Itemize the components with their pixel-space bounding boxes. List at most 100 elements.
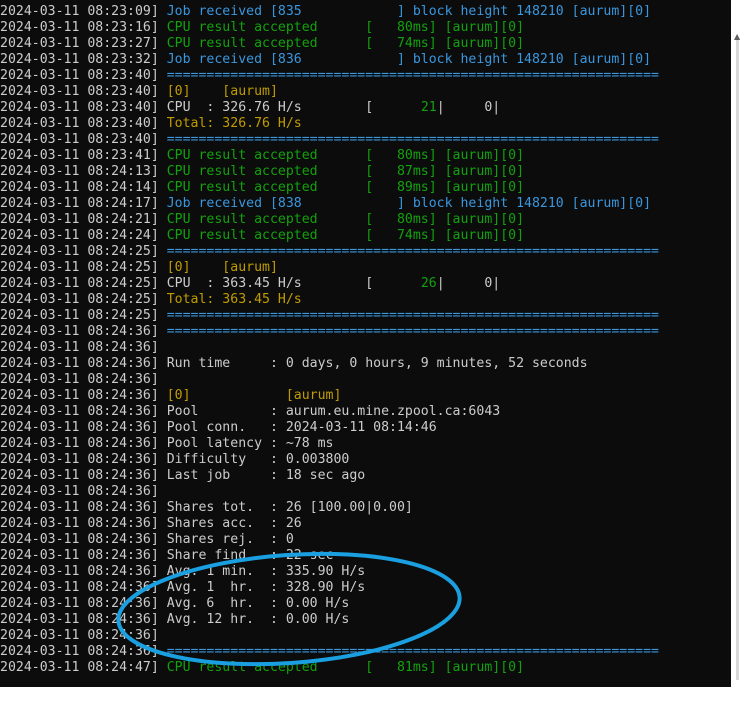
log-line: 2024-03-11 08:23:40] CPU : 326.76 H/s [ … [0, 100, 659, 116]
log-message: Pool : aurum.eu.mine.zpool.ca:6043 [166, 404, 501, 419]
log-line: 2024-03-11 08:24:36] Avg. 12 hr. : 0.00 … [0, 612, 659, 628]
log-timestamp: 2024-03-11 08:24:36] [0, 452, 167, 467]
log-message: Avg. 1 min. : 335.90 H/s [166, 564, 366, 579]
log-timestamp: 2024-03-11 08:24:36] [0, 340, 159, 355]
scrollbar-thumb[interactable] [736, 40, 739, 680]
log-message: ========================================… [166, 244, 659, 259]
bottom-margin [0, 687, 731, 703]
log-timestamp: 2024-03-11 08:24:25] [0, 244, 167, 259]
log-line: 2024-03-11 08:24:14] CPU result accepted… [0, 180, 659, 196]
log-line: 2024-03-11 08:23:32] Job received [836 ]… [0, 52, 659, 68]
log-timestamp: 2024-03-11 08:24:36] [0, 628, 159, 643]
log-message: ========================================… [166, 68, 659, 83]
log-line: 2024-03-11 08:24:25] Total: 363.45 H/s [0, 292, 659, 308]
terminal-log: 2024-03-11 08:23:09] Job received [835 ]… [0, 4, 659, 676]
log-timestamp: 2024-03-11 08:24:36] [0, 372, 159, 387]
log-timestamp: 2024-03-11 08:23:40] [0, 132, 167, 147]
log-line: 2024-03-11 08:23:40] ===================… [0, 68, 659, 84]
log-line: 2024-03-11 08:24:24] CPU result accepted… [0, 228, 659, 244]
log-line: 2024-03-11 08:24:36] Difficulty : 0.0038… [0, 452, 659, 468]
log-timestamp: 2024-03-11 08:24:25] [0, 276, 167, 291]
log-message: [0] [aurum] [166, 388, 342, 403]
log-line: 2024-03-11 08:24:36] Shares acc. : 26 [0, 516, 659, 532]
log-message: ========================================… [166, 308, 659, 323]
log-timestamp: 2024-03-11 08:24:21] [0, 212, 167, 227]
log-message: Shares rej. : 0 [166, 532, 294, 547]
log-message: [0] [aurum] [166, 260, 278, 275]
log-timestamp: 2024-03-11 08:24:13] [0, 164, 167, 179]
log-timestamp: 2024-03-11 08:24:36] [0, 516, 167, 531]
log-line: 2024-03-11 08:24:25] ===================… [0, 244, 659, 260]
log-message: Shares acc. : 26 [166, 516, 302, 531]
log-timestamp: 2024-03-11 08:24:36] [0, 596, 167, 611]
log-line: 2024-03-11 08:24:25] CPU : 363.45 H/s [ … [0, 276, 659, 292]
log-message: Last job : 18 sec ago [166, 468, 366, 483]
log-timestamp: 2024-03-11 08:23:09] [0, 4, 167, 19]
log-timestamp: 2024-03-11 08:23:40] [0, 100, 167, 115]
log-line: 2024-03-11 08:24:17] Job received [838 ]… [0, 196, 659, 212]
log-line: 2024-03-11 08:24:36] Avg. 6 hr. : 0.00 H… [0, 596, 659, 612]
log-message: ========================================… [166, 324, 659, 339]
log-timestamp: 2024-03-11 08:24:36] [0, 644, 167, 659]
log-message: Total: 363.45 H/s [166, 292, 302, 307]
log-timestamp: 2024-03-11 08:24:36] [0, 468, 167, 483]
log-timestamp: 2024-03-11 08:24:36] [0, 564, 167, 579]
log-line: 2024-03-11 08:24:36] Last job : 18 sec a… [0, 468, 659, 484]
log-message: [0] [aurum] [166, 84, 278, 99]
log-line: 2024-03-11 08:24:36] ===================… [0, 644, 659, 660]
log-message: CPU result accepted [ 81ms] [aurum][0] [166, 660, 525, 675]
log-timestamp: 2024-03-11 08:24:36] [0, 404, 167, 419]
log-line: 2024-03-11 08:24:36] Run time : 0 days, … [0, 356, 659, 372]
log-line: 2024-03-11 08:24:21] CPU result accepted… [0, 212, 659, 228]
log-message: Share find : 22 sec [166, 548, 334, 563]
log-timestamp: 2024-03-11 08:24:36] [0, 324, 167, 339]
log-timestamp: 2024-03-11 08:24:36] [0, 484, 159, 499]
log-timestamp: 2024-03-11 08:24:36] [0, 388, 167, 403]
log-timestamp: 2024-03-11 08:24:25] [0, 308, 167, 323]
log-timestamp: 2024-03-11 08:23:40] [0, 84, 167, 99]
log-message: Pool conn. : 2024-03-11 08:14:46 [166, 420, 437, 435]
log-message: 26 [420, 276, 437, 291]
log-timestamp: 2024-03-11 08:24:36] [0, 580, 167, 595]
log-timestamp: 2024-03-11 08:23:16] [0, 20, 167, 35]
log-message: Run time : 0 days, 0 hours, 9 minutes, 5… [166, 356, 588, 371]
log-line: 2024-03-11 08:24:36] [0, 628, 659, 644]
log-line: 2024-03-11 08:24:36] Pool : aurum.eu.min… [0, 404, 659, 420]
log-line: 2024-03-11 08:24:36] Avg. 1 min. : 335.9… [0, 564, 659, 580]
log-line: 2024-03-11 08:23:40] Total: 326.76 H/s [0, 116, 659, 132]
log-timestamp: 2024-03-11 08:24:14] [0, 180, 167, 195]
log-message: CPU : 363.45 H/s [ [166, 276, 421, 291]
log-line: 2024-03-11 08:24:47] CPU result accepted… [0, 660, 659, 676]
log-timestamp: 2024-03-11 08:24:36] [0, 436, 167, 451]
log-message: Job received [838 ] block height 148210 … [166, 196, 652, 211]
log-line: 2024-03-11 08:24:36] Shares tot. : 26 [1… [0, 500, 659, 516]
log-timestamp: 2024-03-11 08:24:24] [0, 228, 167, 243]
log-message: CPU result accepted [ 80ms] [aurum][0] [166, 20, 525, 35]
log-timestamp: 2024-03-11 08:24:36] [0, 420, 167, 435]
log-timestamp: 2024-03-11 08:24:36] [0, 356, 167, 371]
log-message: CPU : 326.76 H/s [ [166, 100, 421, 115]
log-message: CPU result accepted [ 80ms] [aurum][0] [166, 148, 525, 163]
log-line: 2024-03-11 08:24:36] Pool latency : ~78 … [0, 436, 659, 452]
log-message: ========================================… [166, 644, 659, 659]
log-line: 2024-03-11 08:24:36] [0, 484, 659, 500]
log-message: Job received [836 ] block height 148210 … [166, 52, 652, 67]
log-message: | 0| [436, 276, 501, 291]
log-message: | 0| [436, 100, 501, 115]
log-message: Total: 326.76 H/s [166, 116, 302, 131]
log-message: Avg. 1 hr. : 328.90 H/s [166, 580, 366, 595]
log-line: 2024-03-11 08:23:27] CPU result accepted… [0, 36, 659, 52]
log-line: 2024-03-11 08:23:40] [0] [aurum] [0, 84, 659, 100]
log-timestamp: 2024-03-11 08:23:41] [0, 148, 167, 163]
log-line: 2024-03-11 08:24:36] [0] [aurum] [0, 388, 659, 404]
log-line: 2024-03-11 08:23:09] Job received [835 ]… [0, 4, 659, 20]
log-timestamp: 2024-03-11 08:24:17] [0, 196, 167, 211]
terminal-output[interactable]: 2024-03-11 08:23:09] Job received [835 ]… [0, 0, 731, 687]
log-message: CPU result accepted [ 87ms] [aurum][0] [166, 164, 525, 179]
log-timestamp: 2024-03-11 08:23:40] [0, 116, 167, 131]
log-message: CPU result accepted [ 74ms] [aurum][0] [166, 228, 525, 243]
log-line: 2024-03-11 08:23:41] CPU result accepted… [0, 148, 659, 164]
log-timestamp: 2024-03-11 08:23:27] [0, 36, 167, 51]
log-line: 2024-03-11 08:23:40] ===================… [0, 132, 659, 148]
log-line: 2024-03-11 08:24:36] Shares rej. : 0 [0, 532, 659, 548]
